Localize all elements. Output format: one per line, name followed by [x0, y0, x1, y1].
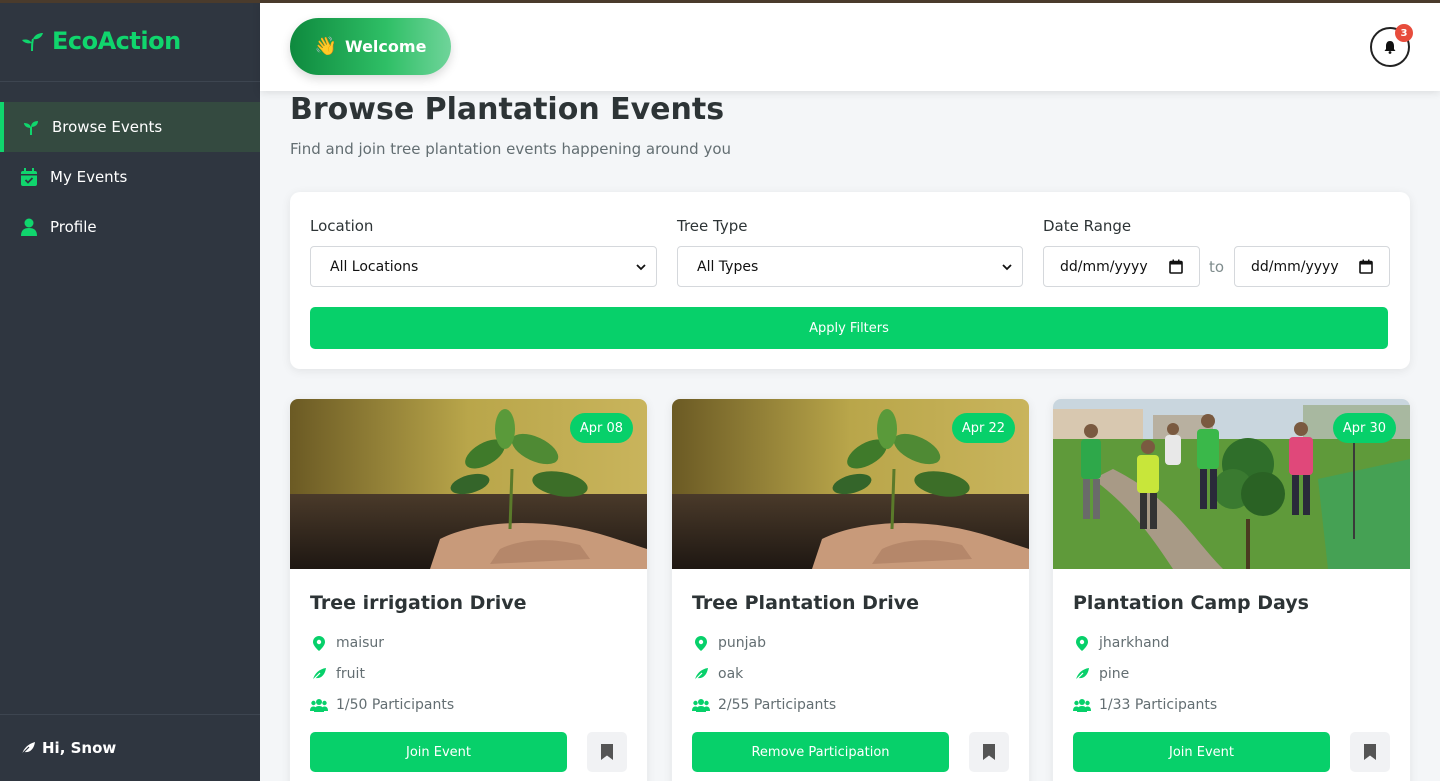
event-location: punjab — [692, 635, 766, 651]
sidebar: EcoAction Browse Events My Events Profil… — [0, 0, 260, 781]
event-location: jharkhand — [1073, 635, 1169, 651]
event-participants: 1/33 Participants — [1073, 697, 1217, 713]
event-title: Tree Plantation Drive — [692, 592, 920, 614]
sidebar-item-label: Browse Events — [52, 118, 163, 136]
sidebar-nav: Browse Events My Events Profile — [0, 102, 260, 252]
page-title: Browse Plantation Events — [290, 92, 725, 127]
event-tree-type: pine — [1073, 666, 1129, 682]
date-range-separator: to — [1209, 258, 1225, 276]
date-range-label: Date Range — [1043, 217, 1132, 235]
map-pin-icon — [1073, 635, 1091, 651]
event-card: Apr 08 Tree irrigation Drive maisur frui… — [290, 399, 647, 781]
leaf-icon — [1073, 666, 1091, 682]
sidebar-item-my-events[interactable]: My Events — [0, 152, 260, 202]
event-tree-text: fruit — [336, 666, 365, 682]
sidebar-item-browse-events[interactable]: Browse Events — [0, 102, 260, 152]
event-date-badge: Apr 22 — [952, 413, 1015, 443]
bookmark-button[interactable] — [969, 732, 1009, 772]
date-from-input[interactable]: dd/mm/yyyy — [1043, 246, 1200, 287]
location-select-value: All Locations — [330, 258, 419, 275]
event-tree-text: pine — [1099, 666, 1130, 682]
date-to-placeholder: dd/mm/yyyy — [1251, 258, 1339, 275]
event-location: maisur — [310, 635, 384, 651]
leaf-icon — [692, 666, 710, 682]
bookmark-icon — [601, 744, 613, 760]
join-event-button[interactable]: Join Event — [310, 732, 567, 772]
event-location-text: punjab — [718, 635, 766, 651]
top-header: 👋 Welcome 3 — [260, 0, 1440, 91]
user-icon — [20, 218, 38, 236]
event-tree-text: oak — [718, 666, 744, 682]
event-location-text: jharkhand — [1099, 635, 1170, 651]
event-location-text: maisur — [336, 635, 385, 651]
event-participants-text: 1/33 Participants — [1099, 697, 1218, 713]
map-pin-icon — [692, 635, 710, 651]
event-date-badge: Apr 08 — [570, 413, 633, 443]
welcome-button[interactable]: 👋 Welcome — [290, 18, 451, 75]
event-title: Plantation Camp Days — [1073, 592, 1309, 614]
event-title: Tree irrigation Drive — [310, 592, 527, 614]
sidebar-item-profile[interactable]: Profile — [0, 202, 260, 252]
map-pin-icon — [310, 635, 328, 651]
date-from-placeholder: dd/mm/yyyy — [1060, 258, 1148, 275]
user-greeting: Hi, Snow — [0, 714, 260, 781]
event-tree-type: oak — [692, 666, 743, 682]
chevron-down-icon — [1002, 264, 1012, 271]
event-participants: 1/50 Participants — [310, 697, 454, 713]
bookmark-button[interactable] — [587, 732, 627, 772]
event-participants: 2/55 Participants — [692, 697, 836, 713]
sidebar-item-label: My Events — [50, 168, 128, 186]
event-tree-type: fruit — [310, 666, 365, 682]
calendar-icon[interactable] — [1169, 259, 1183, 274]
wave-emoji-icon: 👋 — [314, 36, 337, 57]
bookmark-icon — [1364, 744, 1376, 760]
event-image: Apr 22 — [672, 399, 1029, 569]
bell-icon — [1384, 41, 1396, 54]
apply-filters-button[interactable]: Apply Filters — [310, 307, 1388, 349]
users-icon — [1073, 697, 1091, 713]
page-subtitle: Find and join tree plantation events hap… — [290, 140, 731, 158]
calendar-icon[interactable] — [1359, 259, 1373, 274]
calendar-check-icon — [20, 168, 38, 186]
event-date-badge: Apr 30 — [1333, 413, 1396, 443]
bookmark-icon — [983, 744, 995, 760]
chevron-down-icon — [636, 264, 646, 271]
users-icon — [310, 697, 328, 713]
welcome-label: Welcome — [345, 37, 427, 56]
event-image: Apr 30 — [1053, 399, 1410, 569]
event-card: Apr 30 Plantation Camp Days jharkhand pi… — [1053, 399, 1410, 781]
app-name: EcoAction — [52, 26, 181, 55]
tree-type-select[interactable]: All Types — [677, 246, 1023, 287]
tree-type-label: Tree Type — [677, 217, 748, 235]
event-image: Apr 08 — [290, 399, 647, 569]
leaf-icon — [20, 742, 35, 756]
brand[interactable]: EcoAction — [0, 0, 260, 82]
event-participants-text: 2/55 Participants — [718, 697, 837, 713]
bookmark-button[interactable] — [1350, 732, 1390, 772]
leaf-icon — [310, 666, 328, 682]
main-content: Browse Plantation Events Find and join t… — [260, 91, 1440, 781]
event-participants-text: 1/50 Participants — [336, 697, 455, 713]
location-label: Location — [310, 217, 374, 235]
seedling-logo-icon — [22, 32, 43, 51]
tree-type-select-value: All Types — [697, 258, 759, 275]
seedling-icon — [22, 118, 40, 136]
notification-count-badge: 3 — [1395, 24, 1413, 42]
users-icon — [692, 697, 710, 713]
sidebar-item-label: Profile — [50, 218, 97, 236]
remove-participation-button[interactable]: Remove Participation — [692, 732, 949, 772]
top-accent-line — [0, 0, 1440, 3]
date-to-input[interactable]: dd/mm/yyyy — [1234, 246, 1390, 287]
join-event-button[interactable]: Join Event — [1073, 732, 1330, 772]
location-select[interactable]: All Locations — [310, 246, 657, 287]
filter-panel: Location All Locations Tree Type All Typ… — [290, 192, 1410, 369]
event-card: Apr 22 Tree Plantation Drive punjab oak … — [672, 399, 1029, 781]
greeting-text: Hi, Snow — [42, 739, 117, 757]
